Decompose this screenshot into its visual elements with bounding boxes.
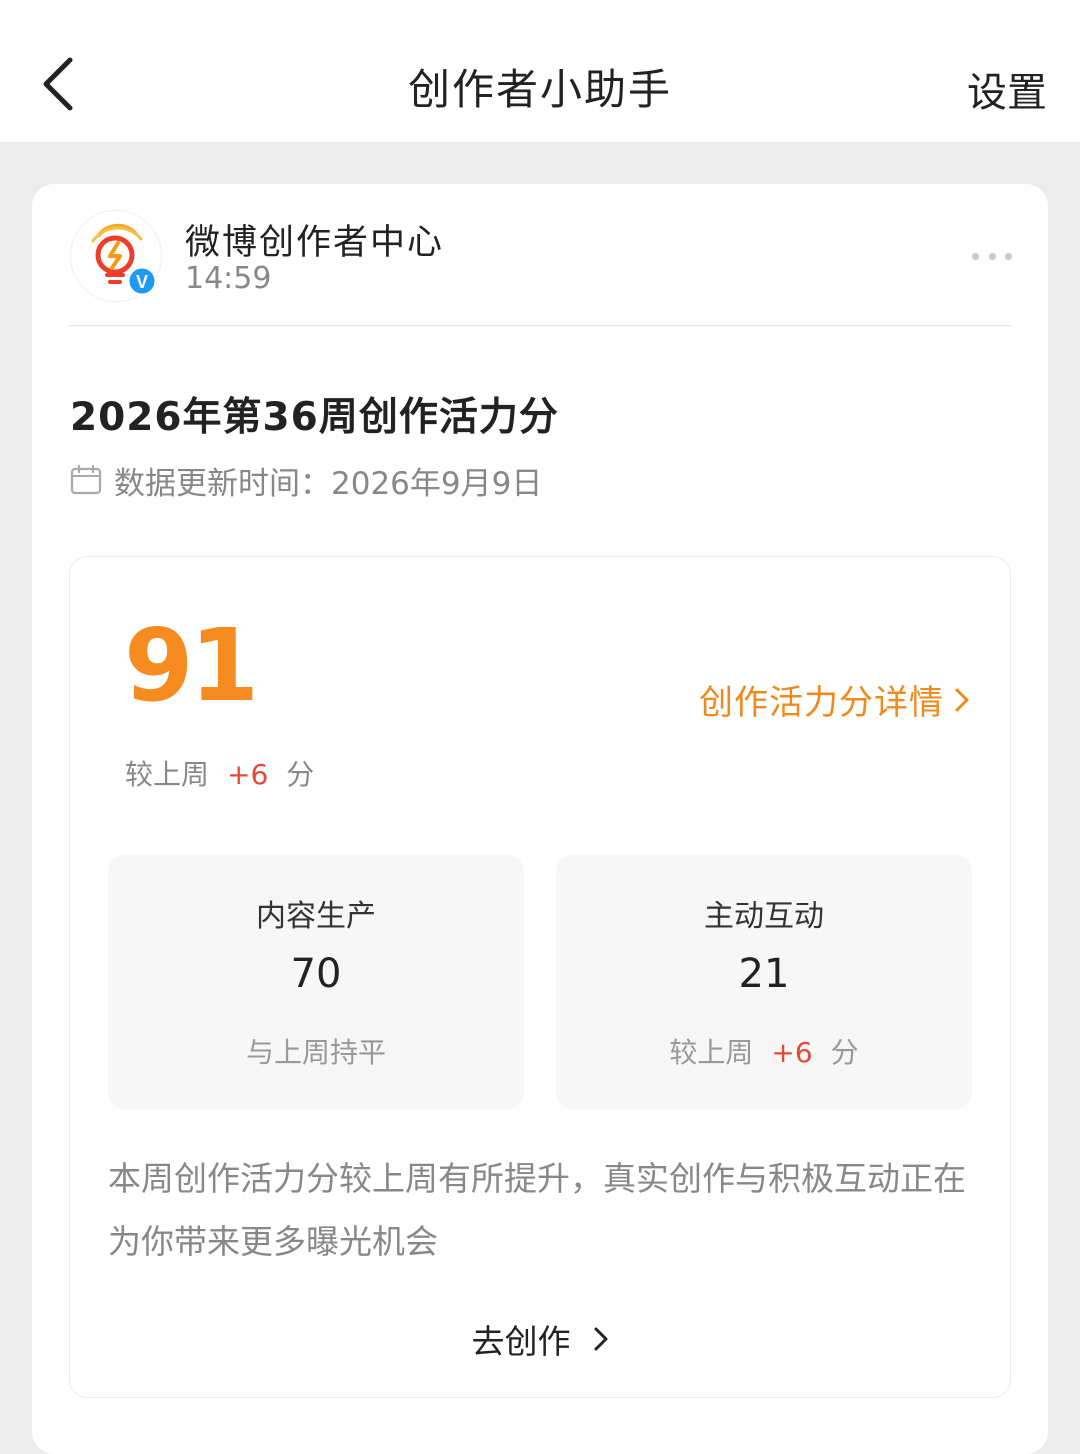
compare-delta: +6 [227,758,269,791]
verified-badge: V [136,272,148,292]
sender-name[interactable]: 微博创作者中心 [185,214,444,265]
metric-label: 内容生产 [256,899,376,934]
update-time-row: 数据更新时间：2026年9月9日 [70,460,543,502]
chevron-right-icon [954,686,970,714]
score-compare: 较上周 +6 分 [125,753,314,793]
message-time: 14:59 [185,261,272,296]
go-create-button[interactable]: 去创作 [70,1315,1010,1363]
message-card: V 微博创作者中心 14:59 2026年第36周创作活力分 数据更新时间：20… [32,184,1048,1454]
metric-card-interaction: 主动互动 21 较上周 +6 分 [556,855,972,1109]
more-dots-icon [972,252,979,260]
metric-note-suffix: 分 [830,1036,859,1069]
summary-text: 本周创作活力分较上周有所提升，真实创作与积极互动正在为你带来更多曝光机会 [108,1159,966,1261]
top-nav-bar: 创作者小助手 设置 [0,0,1080,143]
page-title: 创作者小助手 [407,65,672,114]
avatar[interactable]: V [70,210,162,302]
metric-note: 与上周持平 [245,1036,386,1069]
report-title: 2026年第36周创作活力分 [70,395,559,440]
vitality-score: 91 [124,607,259,724]
metric-value: 21 [738,951,790,997]
settings-button[interactable]: 设置 [967,60,1047,118]
metric-note: 较上周 +6 分 [556,1031,972,1071]
score-panel: 91 创作活力分详情 较上周 +6 分 内容生产 70 与上周持平 主动互动 21 … [69,556,1011,1398]
update-time: 数据更新时间：2026年9月9日 [114,465,543,502]
divider [69,325,1011,326]
metric-label: 主动互动 [704,899,824,934]
calendar-icon [70,464,102,496]
more-options-button[interactable] [972,246,1012,266]
compare-prefix: 较上周 [125,758,210,791]
metric-card-content: 内容生产 70 与上周持平 [108,855,524,1109]
lightbulb-logo-icon: V [91,223,158,297]
score-detail-link[interactable]: 创作活力分详情 [699,675,970,724]
metric-note-prefix: 较上周 [669,1036,754,1069]
compare-suffix: 分 [286,758,315,791]
chevron-right-icon [593,1325,609,1353]
metric-value: 70 [290,951,342,997]
score-detail-label: 创作活力分详情 [699,683,944,723]
go-create-label: 去创作 [471,1322,571,1361]
metric-note-delta: +6 [771,1036,813,1069]
